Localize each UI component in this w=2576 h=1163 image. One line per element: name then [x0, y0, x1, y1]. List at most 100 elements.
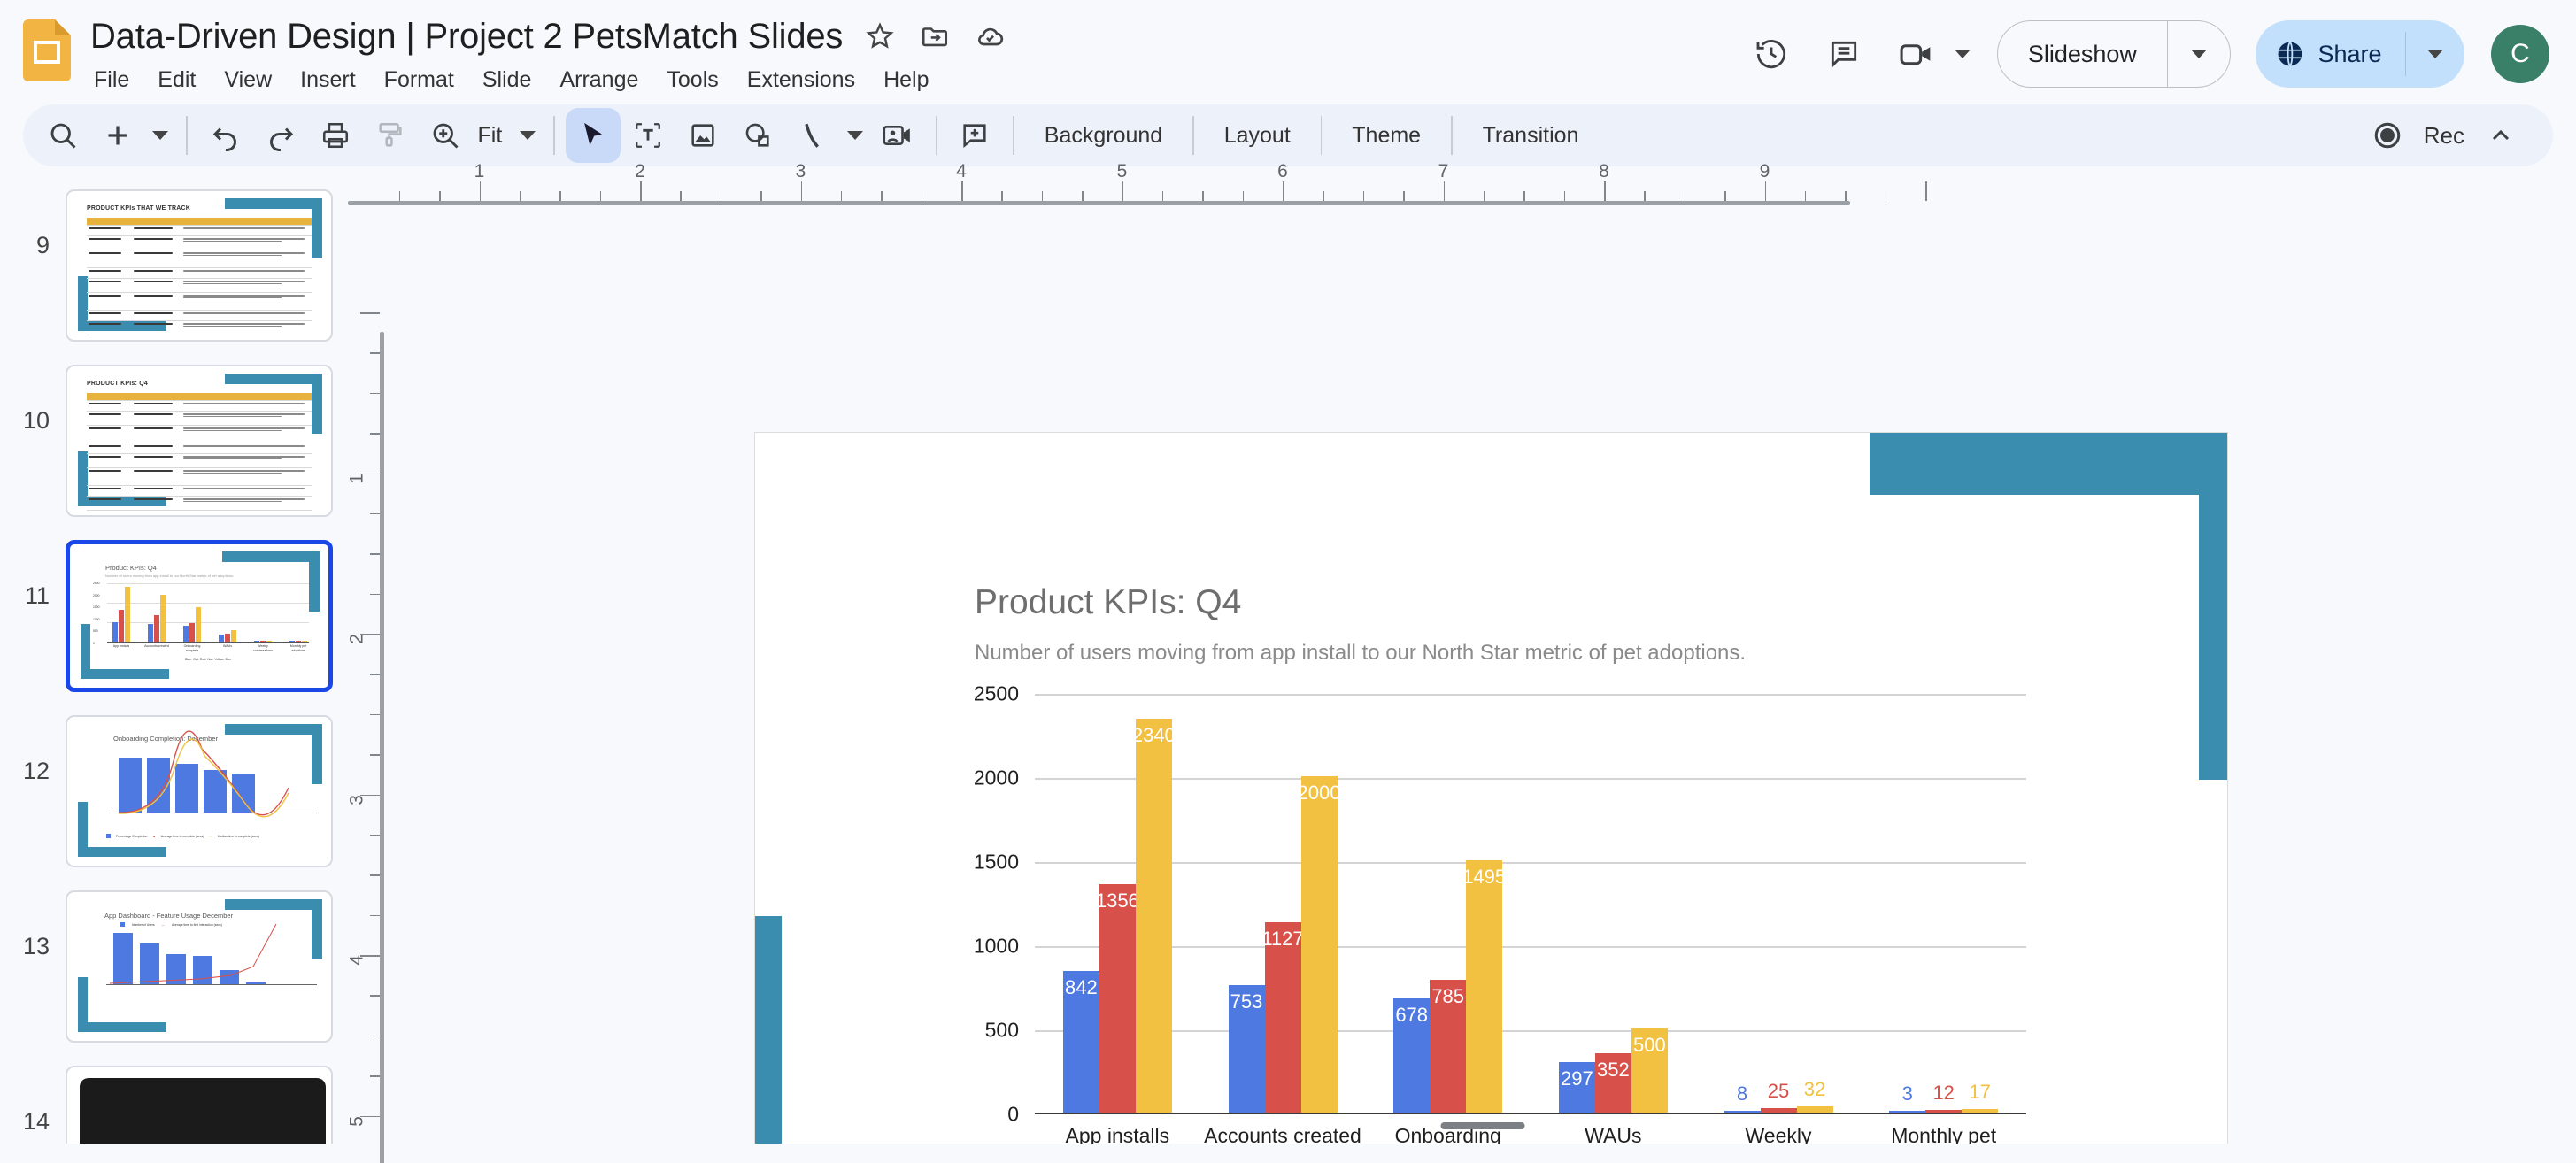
chart-bar[interactable]: 2000: [1298, 775, 1340, 1113]
chart-bar[interactable]: 32: [1796, 1078, 1833, 1113]
chart-x-label: Accounts created: [1204, 1124, 1361, 1144]
zoom-level-value[interactable]: Fit: [473, 123, 513, 149]
menu-format[interactable]: Format: [370, 62, 468, 98]
chart-bar-value: 500: [1632, 1033, 1666, 1056]
bar-chart[interactable]: 0 500 1000 1500 2000 2500 842 1356 2340 753 1127 20…: [964, 682, 2026, 1144]
thumb-table: [87, 218, 312, 335]
move-to-folder-icon[interactable]: [917, 19, 953, 54]
slide-thumbnail-11[interactable]: Product KPIs: Q4 Number of users moving f…: [66, 540, 333, 692]
layout-button[interactable]: Layout: [1205, 114, 1310, 158]
line-caret-button[interactable]: [840, 108, 870, 163]
undo-icon[interactable]: [198, 108, 253, 163]
menu-view[interactable]: View: [210, 62, 286, 98]
slide-thumbnail-12[interactable]: Onboarding Completion: December Percentag…: [66, 715, 333, 867]
chart-y-tick: 500: [984, 1018, 1019, 1042]
version-history-icon[interactable]: [1737, 19, 1806, 89]
thumb-decoration: [225, 198, 322, 209]
menu-file[interactable]: File: [90, 62, 143, 98]
search-icon[interactable]: [35, 108, 90, 163]
slideshow-button[interactable]: Slideshow: [1996, 20, 2232, 88]
share-button[interactable]: Share: [2256, 20, 2464, 88]
chart-bar[interactable]: 2340: [1132, 718, 1176, 1113]
chart-bar[interactable]: 3: [1889, 1082, 1926, 1113]
chart-bar[interactable]: 297: [1558, 1062, 1595, 1113]
add-comment-icon[interactable]: [947, 108, 1002, 163]
chart-bar[interactable]: 25: [1760, 1080, 1797, 1113]
filmstrip-row: 14: [0, 1066, 352, 1144]
print-icon[interactable]: [308, 108, 363, 163]
zoom-icon[interactable]: [418, 108, 473, 163]
chart-bar[interactable]: 1127: [1261, 922, 1304, 1113]
transition-button[interactable]: Transition: [1463, 114, 1599, 158]
chevron-down-icon[interactable]: [1954, 50, 1971, 58]
menu-help[interactable]: Help: [869, 62, 943, 98]
chart-bar[interactable]: 785: [1430, 980, 1467, 1113]
menu-edit[interactable]: Edit: [143, 62, 210, 98]
slide-number: 11: [24, 582, 50, 609]
slide-subtitle[interactable]: Number of users moving from app install …: [975, 641, 1746, 666]
meet-button[interactable]: [1882, 19, 1976, 89]
slide-thumbnail-14[interactable]: [66, 1066, 333, 1144]
cloud-saved-icon[interactable]: [972, 19, 1007, 54]
menu-extensions[interactable]: Extensions: [733, 62, 869, 98]
chart-bar[interactable]: 500: [1631, 1028, 1668, 1113]
page-title[interactable]: Data-Driven Design | Project 2 PetsMatch…: [90, 17, 843, 57]
chart-bar-group: 678 785 1495: [1365, 694, 1531, 1113]
chart-bar-value: 678: [1395, 1003, 1429, 1026]
record-label[interactable]: Rec: [2424, 122, 2464, 150]
canvas-horizontal-scrollbar[interactable]: [1440, 1122, 1525, 1129]
chart-bar[interactable]: 1356: [1096, 883, 1139, 1113]
text-box-icon[interactable]: [621, 108, 675, 163]
slideshow-label[interactable]: Slideshow: [1998, 41, 2167, 68]
insert-image-icon[interactable]: [675, 108, 730, 163]
menu-insert[interactable]: Insert: [286, 62, 370, 98]
chevron-up-icon[interactable]: [2473, 108, 2528, 163]
star-icon[interactable]: [862, 19, 898, 54]
menu-arrange[interactable]: Arrange: [545, 62, 652, 98]
chart-bar[interactable]: 1495: [1462, 860, 1506, 1113]
slide-canvas[interactable]: Product KPIs: Q4 Number of users moving …: [389, 211, 2576, 1144]
insert-video-icon[interactable]: [870, 108, 925, 163]
meet-camera-icon[interactable]: [1882, 19, 1951, 89]
slideshow-options-button[interactable]: [2168, 50, 2230, 58]
insert-shape-icon[interactable]: [730, 108, 785, 163]
share-label-group[interactable]: Share: [2256, 39, 2404, 69]
zoom-caret-button[interactable]: [513, 108, 543, 163]
chart-bar[interactable]: 352: [1594, 1052, 1631, 1113]
chart-x-axis: [1035, 1112, 2026, 1114]
chart-y-tick: 1500: [973, 850, 1019, 874]
share-options-button[interactable]: [2406, 50, 2464, 58]
background-button[interactable]: Background: [1025, 114, 1182, 158]
slide-thumbnail-9[interactable]: PRODUCT KPIs THAT WE TRACK: [66, 189, 333, 342]
chart-bar[interactable]: 753: [1228, 985, 1265, 1113]
slide-thumbnail-13[interactable]: App Dashboard - Feature Usage December Nu…: [66, 890, 333, 1043]
current-slide[interactable]: Product KPIs: Q4 Number of users moving …: [754, 432, 2228, 1144]
slide-filmstrip[interactable]: 9 PRODUCT KPIs THAT WE TRACK 10 PRODUCT KPI…: [0, 173, 352, 1144]
record-icon[interactable]: [2360, 108, 2415, 163]
chart-bar[interactable]: 842: [1062, 970, 1099, 1113]
slide-title[interactable]: Product KPIs: Q4: [975, 583, 1241, 622]
chart-bar[interactable]: 17: [1962, 1081, 1999, 1113]
divider: [1451, 116, 1453, 155]
slide-thumbnail-10[interactable]: PRODUCT KPIs: Q4: [66, 365, 333, 517]
chart-bar-value: 753: [1230, 990, 1263, 1013]
redo-icon[interactable]: [253, 108, 308, 163]
theme-button[interactable]: Theme: [1332, 114, 1440, 158]
new-slide-button[interactable]: [90, 108, 145, 163]
chart-bar[interactable]: 12: [1925, 1082, 1963, 1113]
chart-plot-area: 0 500 1000 1500 2000 2500 842 1356 2340 753 1127 20…: [974, 682, 2026, 1126]
comment-history-icon[interactable]: [1809, 19, 1878, 89]
ruler-tick-label: 5: [347, 1115, 367, 1127]
chart-bar[interactable]: 8: [1724, 1082, 1761, 1113]
new-slide-caret-button[interactable]: [145, 108, 175, 163]
chart-bar[interactable]: 678: [1393, 997, 1431, 1113]
insert-line-icon[interactable]: [785, 108, 840, 163]
avatar[interactable]: C: [2491, 25, 2549, 83]
menu-slide[interactable]: Slide: [468, 62, 546, 98]
header-actions: Slideshow Share C: [1737, 12, 2549, 89]
ruler-tick-label: 4: [956, 161, 967, 181]
menu-tools[interactable]: Tools: [652, 62, 732, 98]
cursor-select-icon[interactable]: [565, 108, 621, 163]
slides-logo-icon[interactable]: [23, 19, 71, 81]
paint-format-icon[interactable]: [363, 108, 418, 163]
